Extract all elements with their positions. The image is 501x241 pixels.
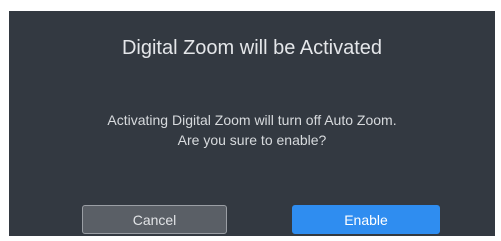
dialog-message-line-2: Are you sure to enable?	[177, 132, 327, 148]
dialog-message: Activating Digital Zoom will turn off Au…	[9, 110, 495, 150]
cancel-button[interactable]: Cancel	[82, 205, 227, 234]
dialog-title: Digital Zoom will be Activated	[121, 37, 383, 59]
digital-zoom-dialog: Digital Zoom will be Activated Activatin…	[9, 11, 495, 236]
dialog-message-line-1: Activating Digital Zoom will turn off Au…	[107, 112, 397, 128]
enable-button[interactable]: Enable	[292, 205, 440, 234]
